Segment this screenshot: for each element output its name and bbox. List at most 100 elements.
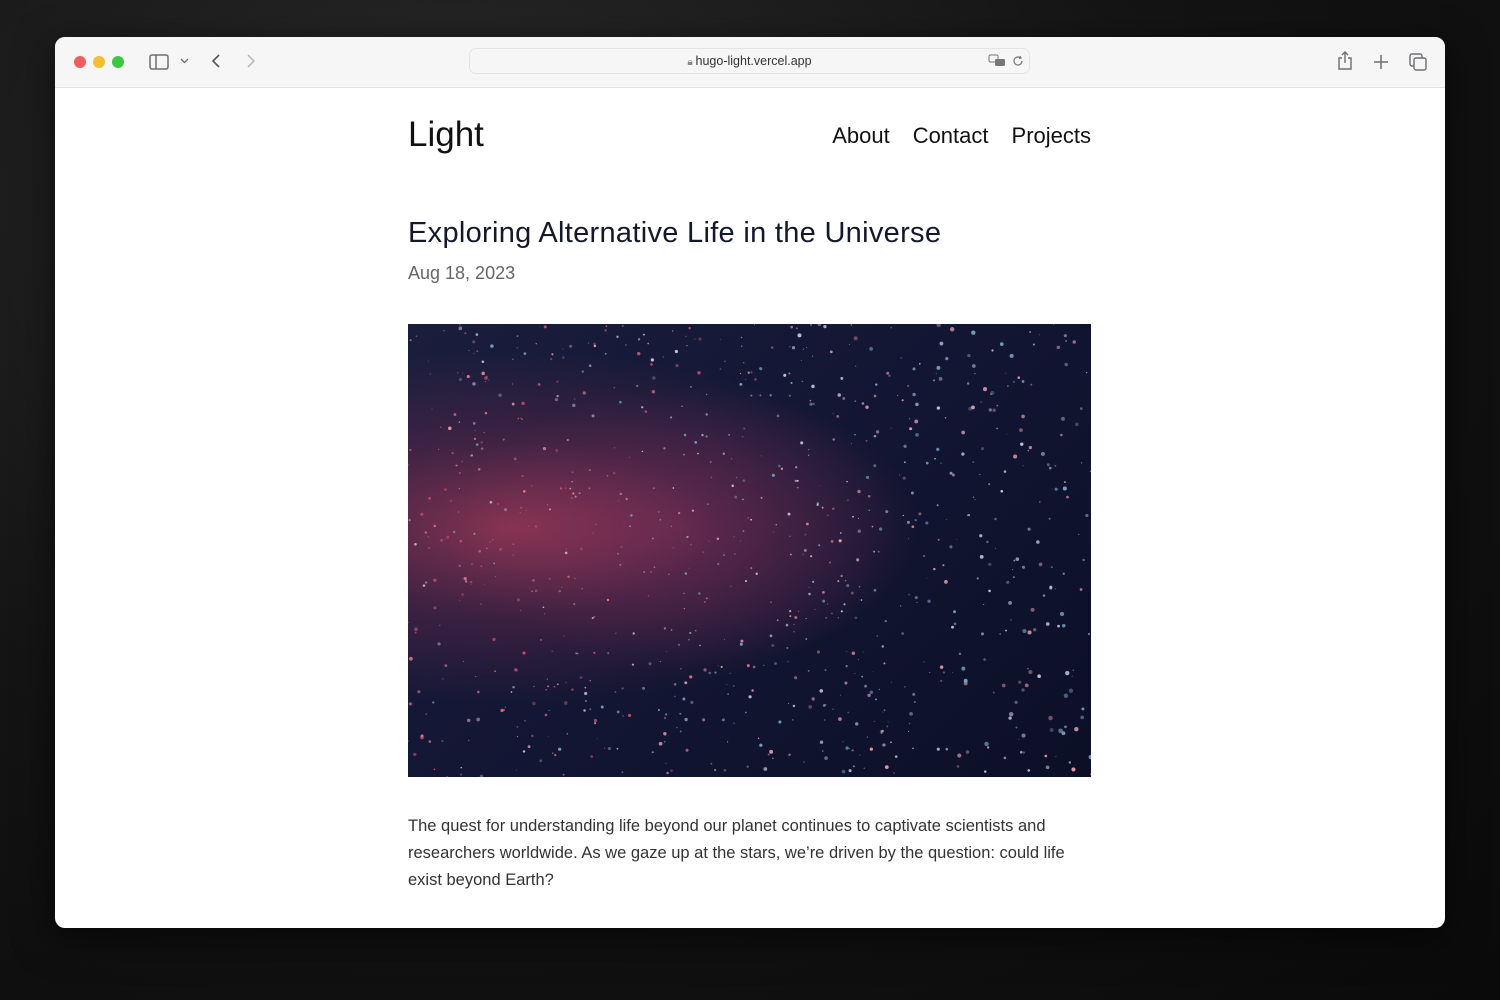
- star: [942, 671, 945, 674]
- star: [466, 375, 470, 379]
- star: [432, 701, 435, 704]
- close-window-button[interactable]: [74, 56, 86, 68]
- star: [679, 730, 682, 733]
- star: [593, 344, 597, 348]
- star: [589, 708, 592, 711]
- star: [854, 400, 857, 402]
- star: [740, 336, 743, 339]
- star: [1022, 628, 1027, 634]
- url-text[interactable]: 🔒︎ hugo-light.vercel.app: [470, 54, 1029, 68]
- reload-icon[interactable]: [1012, 55, 1024, 67]
- translate-icon[interactable]: [988, 54, 1006, 68]
- star: [726, 684, 728, 685]
- minimize-window-button[interactable]: [93, 56, 105, 68]
- star: [875, 383, 878, 386]
- star: [555, 449, 558, 452]
- star: [797, 610, 800, 612]
- sidebar-icon[interactable]: [149, 54, 169, 70]
- star: [981, 447, 985, 451]
- star: [972, 496, 975, 498]
- star: [845, 746, 849, 750]
- star: [854, 672, 856, 675]
- star: [971, 330, 976, 335]
- star: [732, 685, 735, 687]
- star: [876, 635, 879, 637]
- star: [409, 656, 413, 661]
- star: [982, 387, 988, 392]
- star: [915, 402, 919, 407]
- star: [915, 433, 919, 437]
- star: [1001, 683, 1006, 688]
- star: [665, 762, 667, 764]
- star: [616, 335, 619, 339]
- star: [499, 548, 502, 551]
- star: [772, 531, 774, 533]
- zoom-window-button[interactable]: [112, 56, 124, 68]
- tabs-overview-icon[interactable]: [1409, 53, 1427, 71]
- star: [479, 774, 484, 777]
- star: [663, 447, 666, 450]
- star: [1021, 565, 1026, 569]
- star: [472, 340, 476, 344]
- star: [1013, 559, 1016, 562]
- star: [688, 567, 690, 569]
- star: [475, 333, 479, 336]
- star: [622, 715, 624, 717]
- star: [771, 473, 775, 477]
- star: [846, 651, 848, 653]
- star: [936, 406, 941, 410]
- nav-contact[interactable]: Contact: [913, 123, 989, 149]
- star: [468, 349, 470, 352]
- nav-about[interactable]: About: [832, 123, 890, 149]
- star: [850, 324, 853, 326]
- star: [593, 722, 597, 725]
- star: [872, 671, 874, 673]
- star: [769, 749, 774, 754]
- star: [925, 461, 929, 465]
- star: [516, 670, 518, 672]
- back-icon[interactable]: [211, 53, 221, 69]
- new-tab-icon[interactable]: [1373, 54, 1389, 70]
- star: [582, 391, 586, 395]
- star: [521, 401, 525, 406]
- star: [891, 681, 892, 683]
- star: [1022, 751, 1026, 754]
- star: [459, 773, 463, 776]
- star: [809, 399, 812, 402]
- star: [882, 743, 886, 747]
- star: [458, 488, 460, 490]
- star: [1045, 622, 1050, 626]
- star: [733, 536, 735, 538]
- star: [675, 364, 679, 368]
- star: [936, 504, 939, 507]
- star: [927, 599, 931, 603]
- star: [666, 771, 669, 775]
- star: [747, 516, 750, 519]
- share-icon[interactable]: [1337, 51, 1353, 71]
- star: [996, 427, 999, 430]
- star: [1062, 486, 1067, 491]
- address-bar[interactable]: 🔒︎ hugo-light.vercel.app: [469, 48, 1030, 74]
- star: [440, 538, 443, 542]
- forward-icon[interactable]: [246, 53, 256, 69]
- star: [742, 479, 746, 483]
- site-logo[interactable]: Light: [408, 115, 484, 155]
- star: [604, 329, 607, 332]
- chevron-down-icon[interactable]: [180, 58, 189, 64]
- star: [829, 350, 833, 354]
- star: [593, 342, 596, 345]
- star: [808, 454, 810, 456]
- star: [442, 678, 444, 680]
- star: [1027, 630, 1032, 635]
- star: [742, 498, 744, 501]
- star: [584, 691, 588, 696]
- star: [1049, 585, 1053, 589]
- star: [944, 417, 947, 419]
- star: [739, 382, 743, 386]
- star: [783, 373, 787, 377]
- star: [742, 530, 745, 532]
- star: [745, 378, 747, 380]
- star: [1085, 513, 1089, 518]
- star: [556, 394, 559, 398]
- nav-projects[interactable]: Projects: [1012, 123, 1091, 149]
